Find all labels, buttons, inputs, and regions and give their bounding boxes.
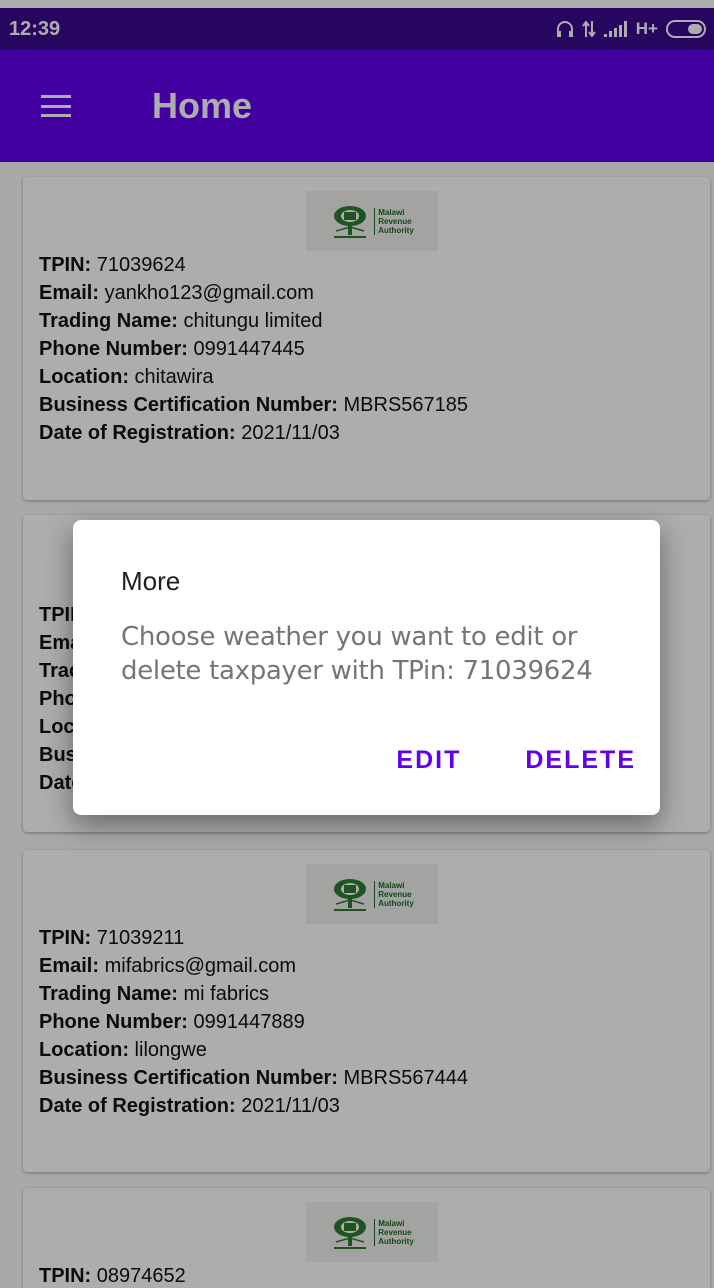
edit-button[interactable]: EDIT: [396, 746, 461, 775]
dialog-title: More: [121, 566, 181, 596]
delete-button[interactable]: DELETE: [525, 746, 636, 775]
dialog-actions: EDIT DELETE: [396, 746, 636, 775]
more-dialog: More Choose weather you want to edit or …: [73, 520, 660, 815]
dialog-message: Choose weather you want to edit or delet…: [121, 622, 593, 686]
